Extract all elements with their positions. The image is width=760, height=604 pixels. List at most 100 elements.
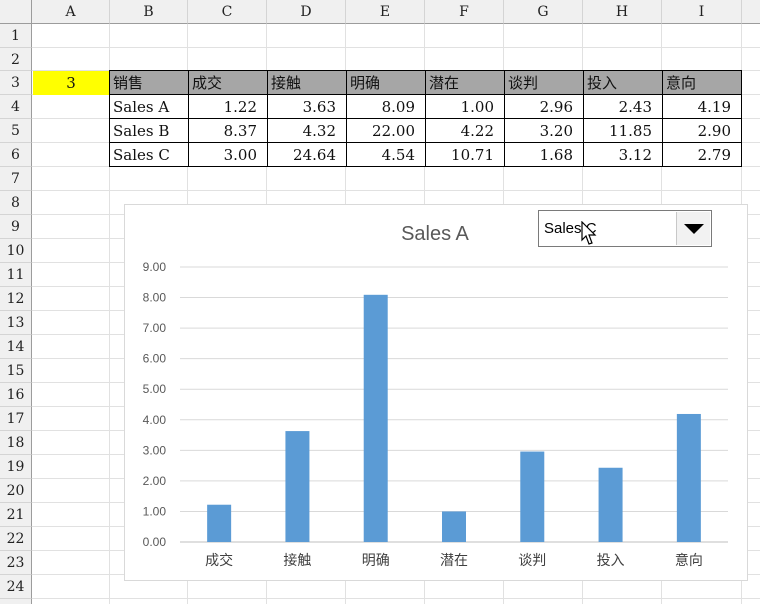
y-tick-label: 6.00	[143, 352, 167, 366]
table-cell[interactable]: Sales B	[109, 118, 189, 143]
table-header-cell[interactable]: 销售	[109, 70, 189, 95]
row-header-10[interactable]: 10	[0, 239, 32, 263]
row-header-23[interactable]: 23	[0, 551, 32, 575]
table-cell[interactable]: 4.32	[267, 118, 347, 143]
y-tick-label: 2.00	[143, 474, 167, 488]
table-cell[interactable]: 24.64	[267, 142, 347, 167]
table-cell[interactable]: 10.71	[425, 142, 505, 167]
chart-bar[interactable]	[520, 451, 545, 542]
row-header-14[interactable]: 14	[0, 335, 32, 359]
row-header-6[interactable]: 6	[0, 143, 32, 167]
chart-plot: Sales A 0.00 1.00 2.00 3.00 4.00 5.00 6.00 7.00…	[143, 223, 728, 569]
row-header-2[interactable]: 2	[0, 48, 32, 71]
x-tick-label: 意向	[675, 552, 703, 569]
row-header-13[interactable]: 13	[0, 311, 32, 335]
dropdown-arrow-button[interactable]	[676, 212, 710, 245]
table-header-cell[interactable]: 潜在	[425, 70, 505, 95]
gridline	[32, 598, 760, 599]
table-header-cell[interactable]: 谈判	[504, 70, 584, 95]
row-header-4[interactable]: 4	[0, 95, 32, 119]
row-header-20[interactable]: 20	[0, 479, 32, 503]
column-header-partial	[742, 0, 760, 24]
table-cell[interactable]: 3.00	[188, 142, 268, 167]
column-header-c[interactable]: C	[188, 0, 267, 24]
row-header-16[interactable]: 16	[0, 383, 32, 407]
y-tick-label: 5.00	[143, 382, 167, 396]
row-header-22[interactable]: 22	[0, 527, 32, 551]
table-cell[interactable]: 22.00	[346, 118, 426, 143]
column-header-i[interactable]: I	[662, 0, 742, 24]
bar-chart[interactable]: Sales A 0.00 1.00 2.00 3.00 4.00 5.00 6.00 7.00…	[124, 204, 748, 581]
table-cell[interactable]: 11.85	[583, 118, 663, 143]
row-header-partial	[0, 599, 32, 604]
table-cell[interactable]: 3.63	[267, 94, 347, 119]
column-header-e[interactable]: E	[346, 0, 425, 24]
y-tick-label: 4.00	[143, 413, 167, 427]
row-header-19[interactable]: 19	[0, 455, 32, 479]
row-header-15[interactable]: 15	[0, 359, 32, 383]
table-cell[interactable]: 1.22	[188, 94, 268, 119]
row-header-5[interactable]: 5	[0, 119, 32, 143]
y-tick-label: 9.00	[143, 260, 167, 274]
table-cell[interactable]: 2.90	[662, 118, 742, 143]
row-header-11[interactable]: 11	[0, 263, 32, 287]
column-header-g[interactable]: G	[504, 0, 583, 24]
table-header-cell[interactable]: 接触	[267, 70, 347, 95]
table-cell[interactable]: 2.43	[583, 94, 663, 119]
row-header-1[interactable]: 1	[0, 24, 32, 48]
column-header-f[interactable]: F	[425, 0, 504, 24]
row-header-17[interactable]: 17	[0, 407, 32, 431]
row-header-9[interactable]: 9	[0, 215, 32, 239]
row-header-12[interactable]: 12	[0, 287, 32, 311]
table-cell[interactable]: 4.22	[425, 118, 505, 143]
chevron-down-icon	[684, 224, 704, 234]
column-header-d[interactable]: D	[267, 0, 346, 24]
column-header-a[interactable]: A	[32, 0, 110, 24]
table-cell[interactable]: 4.54	[346, 142, 426, 167]
row-header-7[interactable]: 7	[0, 167, 32, 191]
column-header-b[interactable]: B	[110, 0, 188, 24]
sales-selector-dropdown[interactable]: Sales C	[538, 210, 712, 247]
y-tick-label: 3.00	[143, 443, 167, 457]
select-all-corner[interactable]	[0, 0, 32, 24]
chart-bar[interactable]	[676, 413, 701, 542]
row-header-18[interactable]: 18	[0, 431, 32, 455]
x-tick-label: 明确	[362, 553, 390, 569]
y-tick-label: 8.00	[143, 291, 167, 305]
cell-a3[interactable]: 3	[33, 71, 109, 95]
row-header-3[interactable]: 3	[0, 71, 32, 95]
data-table: 销售 成交 接触 明确 潜在 谈判 投入 意向 Sales A 1.22 3.6…	[109, 70, 742, 167]
table-cell[interactable]: 2.79	[662, 142, 742, 167]
table-cell[interactable]: 3.12	[583, 142, 663, 167]
mouse-cursor-icon	[581, 221, 597, 245]
table-cell[interactable]: 1.68	[504, 142, 584, 167]
x-tick-label: 接触	[283, 552, 311, 569]
table-cell[interactable]: 2.96	[504, 94, 584, 119]
chart-bar[interactable]	[207, 504, 232, 542]
gridline	[32, 47, 760, 48]
table-cell[interactable]: 1.00	[425, 94, 505, 119]
table-cell[interactable]: 3.20	[504, 118, 584, 143]
column-header-h[interactable]: H	[583, 0, 662, 24]
table-cell[interactable]: Sales C	[109, 142, 189, 167]
table-header-cell[interactable]: 明确	[346, 70, 426, 95]
table-cell[interactable]: 4.19	[662, 94, 742, 119]
y-tick-label: 7.00	[143, 321, 167, 335]
table-cell[interactable]: Sales A	[109, 94, 189, 119]
table-header-cell[interactable]: 意向	[662, 70, 742, 95]
row-header-21[interactable]: 21	[0, 503, 32, 527]
row-header-8[interactable]: 8	[0, 191, 32, 215]
x-tick-label: 谈判	[518, 553, 546, 569]
table-cell[interactable]: 8.37	[188, 118, 268, 143]
x-tick-label: 潜在	[440, 553, 468, 569]
chart-bar[interactable]	[285, 431, 310, 542]
chart-bar[interactable]	[598, 467, 623, 542]
chart-bar[interactable]	[442, 511, 466, 542]
chart-title: Sales A	[401, 223, 469, 245]
table-header-cell[interactable]: 成交	[188, 70, 268, 95]
table-cell[interactable]: 8.09	[346, 94, 426, 119]
row-header-24[interactable]: 24	[0, 575, 32, 599]
table-header-cell[interactable]: 投入	[583, 70, 663, 95]
x-tick-label: 投入	[597, 553, 625, 569]
chart-bar[interactable]	[363, 294, 388, 542]
